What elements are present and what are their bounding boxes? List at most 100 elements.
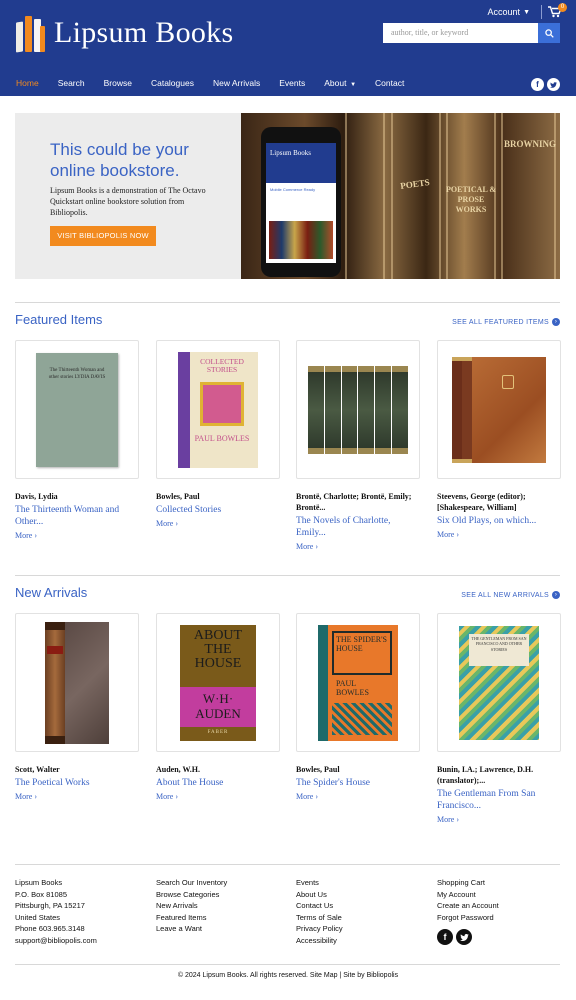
footer-links-account: Shopping Cart My Account Create an Accou… [437,877,499,923]
footer-link[interactable]: About Us [296,889,343,901]
footer-country: United States [15,912,61,922]
phone-books-image [269,221,333,259]
books-logo-icon [16,14,46,53]
footer-store-name: Lipsum Books [15,878,63,887]
book-cover-image[interactable]: COLLECTED STORIES PAUL BOWLES [156,340,280,479]
nav-contact[interactable]: Contact [375,78,404,88]
featured-item[interactable]: Steevens, George (editor); [Shakespeare,… [437,340,561,539]
footer-link[interactable]: New Arrivals [156,900,227,912]
chevron-down-icon: ▼ [523,8,530,16]
item-author: Bowles, Paul [156,492,200,501]
nav-new-arrivals[interactable]: New Arrivals [213,78,260,88]
section-divider [15,302,560,303]
new-arrival-item[interactable]: Scott, Walter The Poetical Works More › [15,613,139,801]
new-arrival-item[interactable]: ABOUT THE HOUSE W·H· AUDEN FABER Auden, … [156,613,280,801]
item-title-link[interactable]: The Thirteenth Woman and Other... [15,504,139,528]
book-cover-image[interactable] [296,340,420,479]
footer-divider [15,964,560,965]
footer-phone: Phone 603.965.3148 [15,924,85,933]
item-title-link[interactable]: Six Old Plays, on which... [437,515,561,527]
twitter-icon[interactable] [547,78,560,91]
more-link[interactable]: More › [437,815,561,824]
more-link[interactable]: More › [156,792,280,801]
nav-events[interactable]: Events [279,78,305,88]
book-cover-image[interactable] [437,340,561,479]
footer-link[interactable]: Leave a Want [156,923,227,935]
item-title-link[interactable]: The Poetical Works [15,777,139,789]
footer-link[interactable]: Create an Account [437,900,499,912]
book-cover-image[interactable]: THE GENTLEMAN FROM SAN FRANCISCO AND OTH… [437,613,561,752]
book-cover-image[interactable]: THE SPIDER'S HOUSE PAUL BOWLES [296,613,420,752]
phone-mockup: Lipsum Books Mobile Commerce Ready [261,127,341,277]
hero-title: This could be your online bookstore. [50,140,189,180]
nav-catalogues[interactable]: Catalogues [151,78,194,88]
item-title-link[interactable]: The Spider's House [296,777,420,789]
see-all-featured-link[interactable]: SEE ALL FEATURED ITEMS › [452,318,560,326]
chevron-right-icon: › [552,591,560,599]
footer-link[interactable]: Events [296,877,343,889]
footer-address: P.O. Box 81085 [15,889,67,899]
more-link[interactable]: More › [437,530,561,539]
new-arrival-item[interactable]: THE SPIDER'S HOUSE PAUL BOWLES Bowles, P… [296,613,420,801]
chevron-down-icon: ▼ [348,82,357,88]
featured-item[interactable]: Brontë, Charlotte; Brontë, Emily; Brontë… [296,340,420,551]
section-divider [15,575,560,576]
nav-search[interactable]: Search [58,78,85,88]
book-cover-image[interactable]: ABOUT THE HOUSE W·H· AUDEN FABER [156,613,280,752]
item-author: Auden, W.H. [156,765,201,774]
search-input[interactable]: author, title, or keyword [383,23,538,43]
footer-link[interactable]: Forgot Password [437,912,499,924]
footer-link[interactable]: Featured Items [156,912,227,924]
item-title-link[interactable]: The Gentleman From San Francisco... [437,788,561,812]
facebook-icon[interactable]: f [437,929,453,945]
nav-home[interactable]: Home [16,78,39,88]
visit-bibliopolis-button[interactable]: VISIT BIBLIOPOLIS NOW [50,226,156,246]
main-nav: Home Search Browse Catalogues New Arriva… [16,78,423,88]
footer-link[interactable]: Browse Categories [156,889,227,901]
footer-city: Pittsburgh, PA 15217 [15,901,85,910]
footer-link[interactable]: Shopping Cart [437,877,499,889]
hero-banner: This could be your online bookstore. Lip… [15,113,560,279]
twitter-icon[interactable] [456,929,472,945]
more-link[interactable]: More › [296,792,420,801]
featured-item[interactable]: COLLECTED STORIES PAUL BOWLES Bowles, Pa… [156,340,280,528]
cover-author: PAUL BOWLES [194,433,250,443]
featured-item[interactable]: The Thirteenth Woman and other stories L… [15,340,139,540]
site-logo[interactable]: Lipsum Books [16,14,233,53]
footer-contact: Lipsum Books P.O. Box 81085 Pittsburgh, … [15,877,97,946]
book-cover-image[interactable] [15,613,139,752]
more-link[interactable]: More › [15,792,139,801]
copyright-text: © 2024 Lipsum Books. All rights reserved… [177,972,399,979]
cover-author: PAUL BOWLES [336,678,369,697]
footer-links-shop: Search Our Inventory Browse Categories N… [156,877,227,935]
nav-about[interactable]: About ▼ [324,78,356,88]
footer-social-links: f [437,929,472,945]
see-all-new-arrivals-link[interactable]: SEE ALL NEW ARRIVALS › [461,591,560,599]
account-menu[interactable]: Account ▼ [488,7,530,17]
book-cover-image[interactable]: The Thirteenth Woman and other stories L… [15,340,139,479]
search-button[interactable] [538,23,560,43]
more-link[interactable]: More › [15,531,139,540]
see-all-new-arrivals-label: SEE ALL NEW ARRIVALS [461,591,549,599]
nav-browse[interactable]: Browse [104,78,132,88]
item-title-link[interactable]: About The House [156,777,280,789]
item-author: Steevens, George (editor); [Shakespeare,… [437,492,526,512]
new-arrival-item[interactable]: THE GENTLEMAN FROM SAN FRANCISCO AND OTH… [437,613,561,824]
new-arrivals-section-title: New Arrivals [15,585,88,600]
more-link[interactable]: More › [296,542,420,551]
footer-link[interactable]: Privacy Policy [296,923,343,935]
footer-links-info: Events About Us Contact Us Terms of Sale… [296,877,343,946]
facebook-icon[interactable]: f [531,78,544,91]
footer-link[interactable]: Accessibility [296,935,343,947]
footer-link[interactable]: My Account [437,889,499,901]
footer-link[interactable]: Contact Us [296,900,343,912]
social-links: f [531,78,560,91]
footer-link[interactable]: Terms of Sale [296,912,343,924]
more-link[interactable]: More › [156,519,280,528]
item-title-link[interactable]: The Novels of Charlotte, Emily... [296,515,420,539]
footer-link[interactable]: Search Our Inventory [156,877,227,889]
item-title-link[interactable]: Collected Stories [156,504,280,516]
search-icon [544,28,554,38]
item-author: Brontë, Charlotte; Brontë, Emily; Brontë… [296,492,412,512]
footer-email-link[interactable]: support@bibliopolis.com [15,935,97,947]
